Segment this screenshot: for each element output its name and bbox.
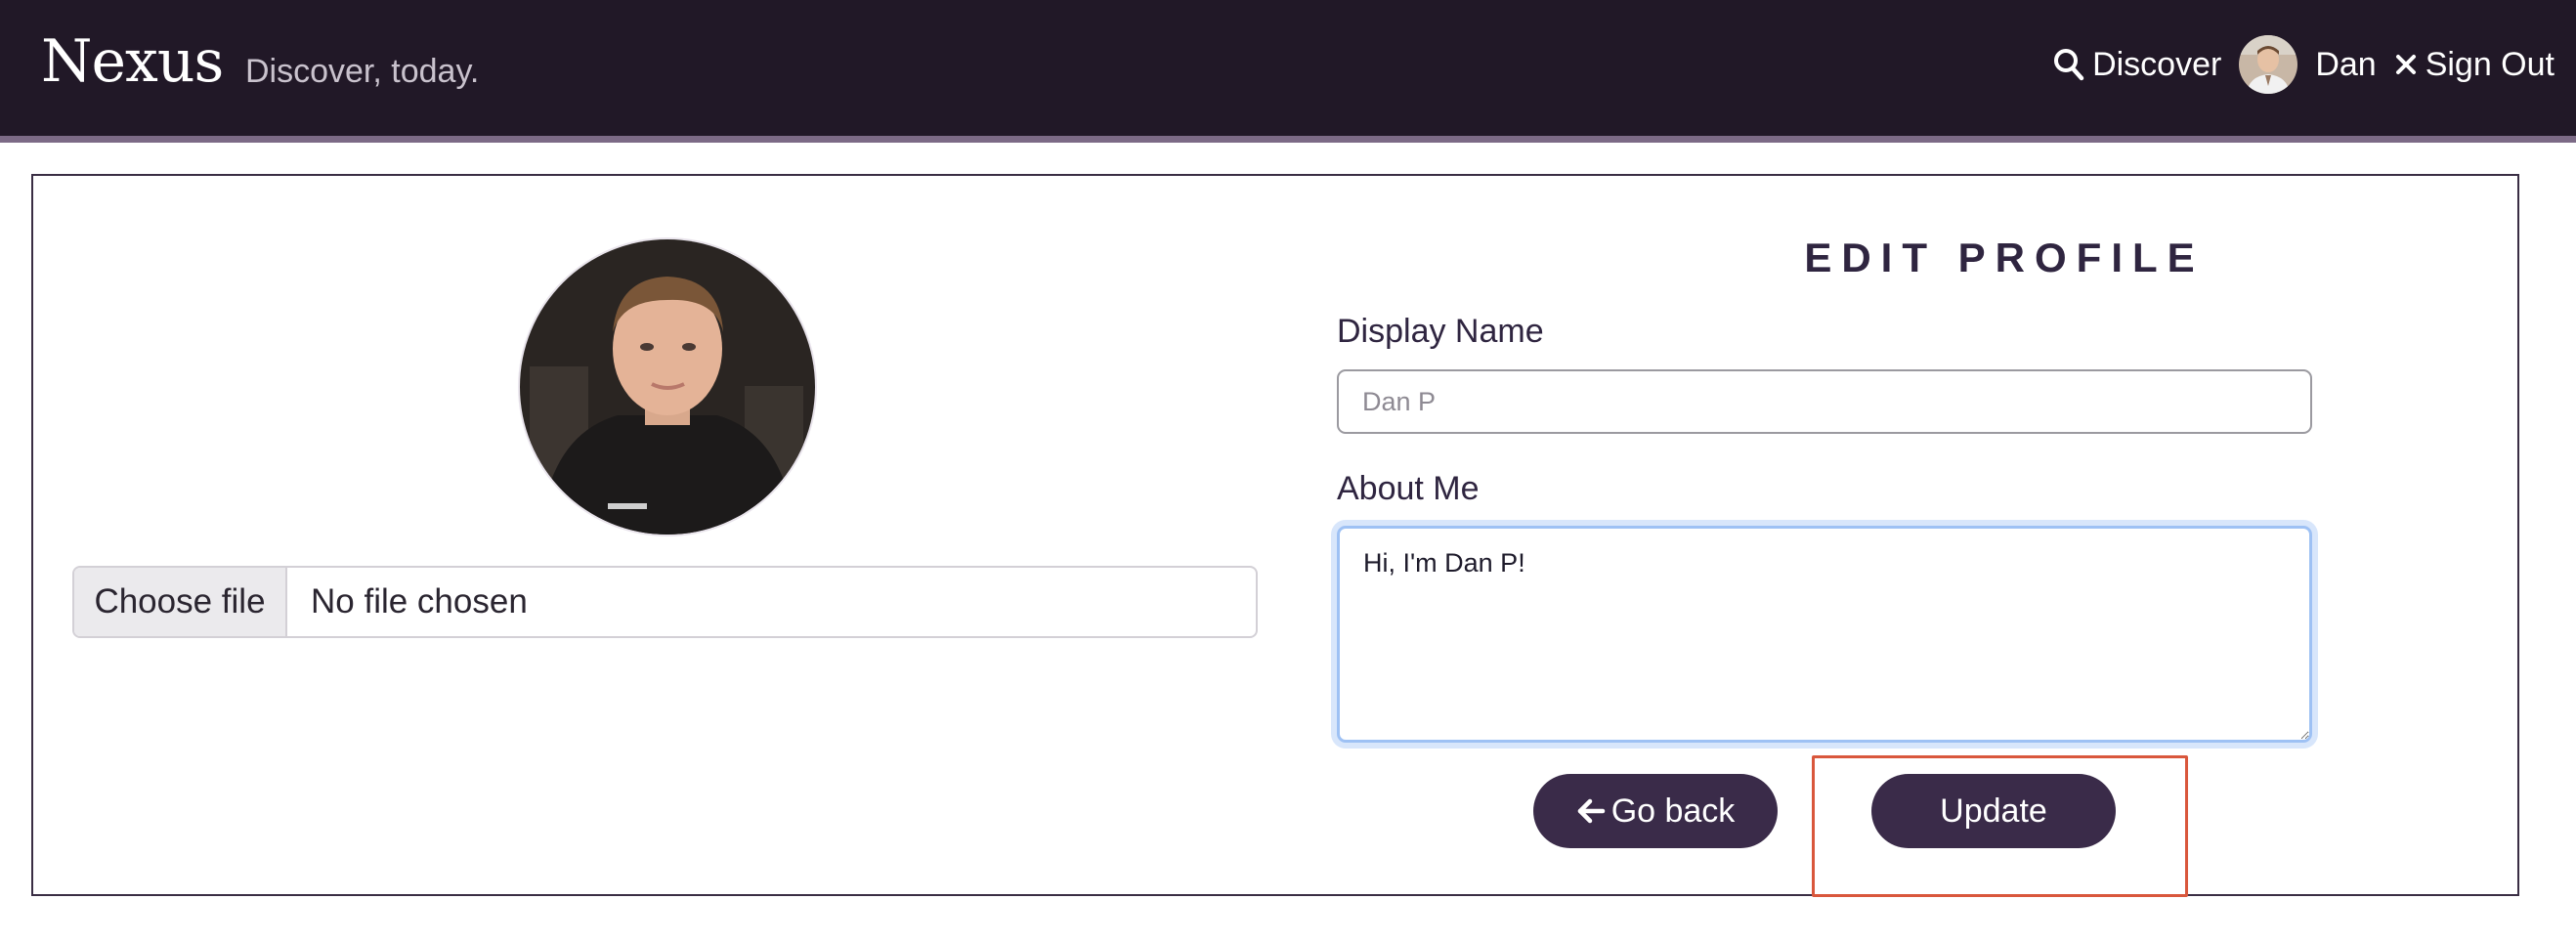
nav-actions: Discover Dan Sign Out bbox=[2053, 35, 2555, 94]
signout-label: Sign Out bbox=[2425, 45, 2555, 83]
display-name-label: Display Name bbox=[1337, 313, 1544, 350]
choose-file-button[interactable]: Choose file bbox=[74, 568, 287, 636]
file-status: No file chosen bbox=[311, 582, 528, 621]
signout-link[interactable]: Sign Out bbox=[2394, 46, 2555, 84]
about-me-label: About Me bbox=[1337, 470, 1480, 507]
user-name: Dan bbox=[2315, 45, 2377, 83]
page-title: EDIT PROFILE bbox=[1804, 235, 2205, 280]
discover-label: Discover bbox=[2092, 45, 2222, 83]
brand-logo[interactable]: Nexus bbox=[41, 27, 224, 96]
go-back-button[interactable]: Go back bbox=[1533, 774, 1778, 848]
close-icon bbox=[2395, 55, 2416, 74]
search-icon bbox=[2054, 49, 2084, 81]
user-profile-link[interactable]: Dan bbox=[2239, 35, 2377, 94]
profile-photo bbox=[518, 237, 817, 536]
file-upload-input[interactable]: Choose file No file chosen bbox=[72, 566, 1258, 638]
highlight-box bbox=[1812, 755, 2188, 897]
navbar: Nexus Discover, today. Discover Dan Sign… bbox=[0, 0, 2576, 143]
avatar bbox=[2239, 35, 2298, 94]
go-back-label: Go back bbox=[1610, 792, 1736, 830]
tagline: Discover, today. bbox=[245, 53, 480, 90]
arrow-left-icon bbox=[1577, 798, 1605, 824]
discover-link[interactable]: Discover bbox=[2053, 46, 2221, 84]
display-name-field[interactable] bbox=[1337, 369, 2312, 434]
about-me-field[interactable]: Hi, I'm Dan P! bbox=[1337, 526, 2312, 743]
